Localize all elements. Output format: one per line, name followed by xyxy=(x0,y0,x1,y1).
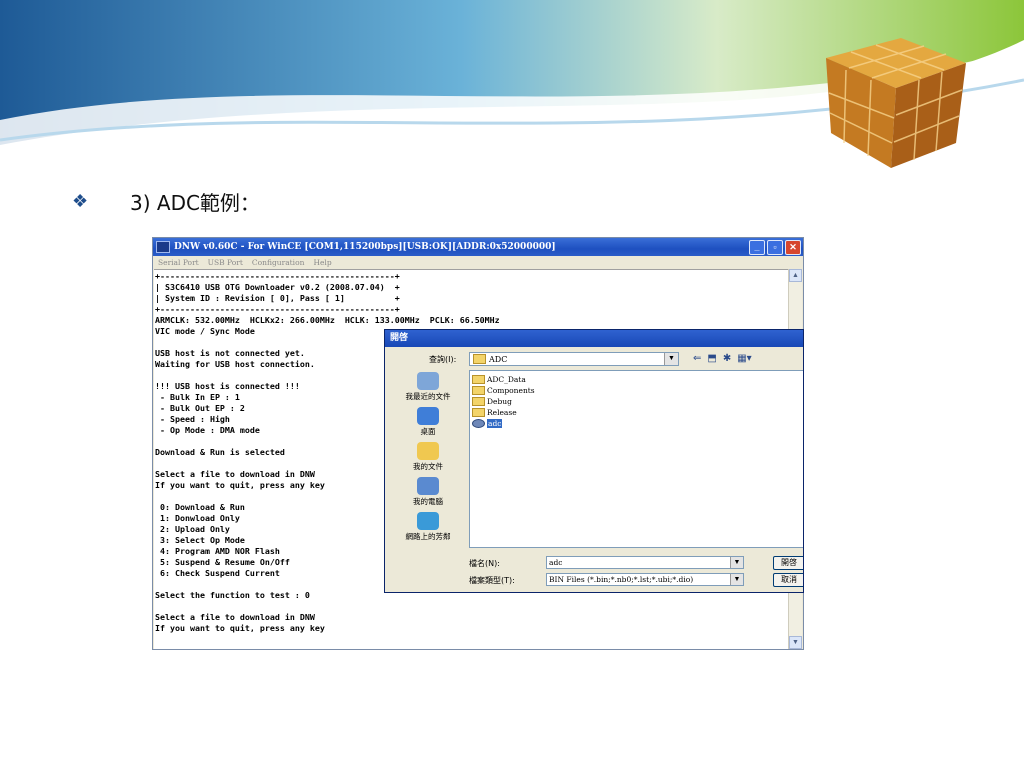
cancel-button[interactable]: 取消 xyxy=(773,573,803,587)
look-in-value: ADC xyxy=(489,354,508,364)
list-item[interactable]: Debug xyxy=(472,396,512,407)
up-folder-icon[interactable]: ⬒ xyxy=(707,353,716,364)
place-label: 桌面 xyxy=(420,427,436,436)
my-documents-icon xyxy=(417,442,439,460)
file-type-label: 檔案類型(T): xyxy=(469,576,515,585)
view-menu-icon[interactable]: ▦▾ xyxy=(737,353,751,364)
file-name: Release xyxy=(487,408,517,417)
open-file-dialog: 開啓 查詢(I): ADC ▼ ⇐ ⬒ ✱ ▦▾ 我最近的文件 桌面 我的文件 … xyxy=(384,329,804,593)
folder-icon xyxy=(473,354,486,364)
chevron-down-icon[interactable]: ▼ xyxy=(730,574,743,585)
back-arrow-icon[interactable]: ⇐ xyxy=(693,353,701,364)
menu-configuration[interactable]: Configuration xyxy=(252,256,305,269)
file-name: Components xyxy=(487,386,535,395)
file-name: ADC_Data xyxy=(487,375,526,384)
slide-heading: 3) ADC範例： xyxy=(130,190,260,215)
diamond-bullet-icon: ❖ xyxy=(72,190,89,211)
file-name: adc xyxy=(487,419,503,428)
places-bar: 我最近的文件 桌面 我的文件 我的電腦 網路上的芳鄰 xyxy=(395,372,461,547)
recent-documents-icon xyxy=(417,372,439,390)
menu-serial-port[interactable]: Serial Port xyxy=(158,256,199,269)
folder-icon xyxy=(472,408,485,417)
file-name: Debug xyxy=(487,397,512,406)
place-recent[interactable]: 我最近的文件 xyxy=(395,372,461,407)
folder-icon xyxy=(472,397,485,406)
list-item[interactable]: Release xyxy=(472,407,517,418)
place-label: 我最近的文件 xyxy=(405,392,451,401)
menu-help[interactable]: Help xyxy=(313,256,331,269)
menu-usb-port[interactable]: USB Port xyxy=(208,256,243,269)
place-my-documents[interactable]: 我的文件 xyxy=(395,442,461,477)
dnw-menubar: Serial Port USB Port Configuration Help xyxy=(153,256,803,269)
list-item-selected[interactable]: adc xyxy=(472,418,503,429)
slide-bullet: ❖ 3) ADC範例： xyxy=(72,186,260,216)
look-in-select[interactable]: ADC ▼ xyxy=(469,352,679,366)
dialog-title[interactable]: 開啓 xyxy=(385,330,803,347)
folder-icon xyxy=(472,375,485,384)
new-folder-icon[interactable]: ✱ xyxy=(723,353,731,364)
open-button[interactable]: 開啓 xyxy=(773,556,803,570)
place-label: 我的電腦 xyxy=(413,497,443,506)
binary-file-icon xyxy=(472,419,485,428)
chevron-down-icon[interactable]: ▼ xyxy=(664,353,678,365)
chevron-down-icon[interactable]: ▼ xyxy=(730,557,743,568)
list-item[interactable]: Components xyxy=(472,385,535,396)
list-item[interactable]: ADC_Data xyxy=(472,374,526,385)
place-label: 網路上的芳鄰 xyxy=(405,532,451,541)
place-label: 我的文件 xyxy=(413,462,443,471)
dnw-title: DNW v0.60C - For WinCE [COM1,115200bps][… xyxy=(174,242,556,252)
file-type-select[interactable]: BIN Files (*.bin;*.nb0;*.lst;*.ubi;*.dio… xyxy=(546,573,744,586)
folder-icon xyxy=(472,386,485,395)
my-computer-icon xyxy=(417,477,439,495)
place-network[interactable]: 網路上的芳鄰 xyxy=(395,512,461,547)
dnw-app-icon xyxy=(156,241,170,253)
place-my-computer[interactable]: 我的電腦 xyxy=(395,477,461,512)
network-places-icon xyxy=(417,512,439,530)
place-desktop[interactable]: 桌面 xyxy=(395,407,461,442)
dnw-titlebar[interactable]: DNW v0.60C - For WinCE [COM1,115200bps][… xyxy=(153,238,803,256)
file-list[interactable]: ADC_Data Components Debug Release adc xyxy=(469,370,803,548)
minimize-button[interactable]: _ xyxy=(749,240,765,255)
look-in-label: 查詢(I): xyxy=(429,355,457,364)
desktop-icon xyxy=(417,407,439,425)
photo-cube-graphic xyxy=(826,38,966,168)
restore-button[interactable]: ▫ xyxy=(767,240,783,255)
file-name-label: 檔名(N): xyxy=(469,559,500,568)
scroll-down-arrow-icon[interactable]: ▼ xyxy=(789,636,802,649)
file-name-field[interactable]: adc xyxy=(546,556,744,569)
close-button[interactable]: ✕ xyxy=(785,240,801,255)
scroll-up-arrow-icon[interactable]: ▲ xyxy=(789,269,802,282)
dialog-toolbar: ⇐ ⬒ ✱ ▦▾ xyxy=(693,353,752,364)
